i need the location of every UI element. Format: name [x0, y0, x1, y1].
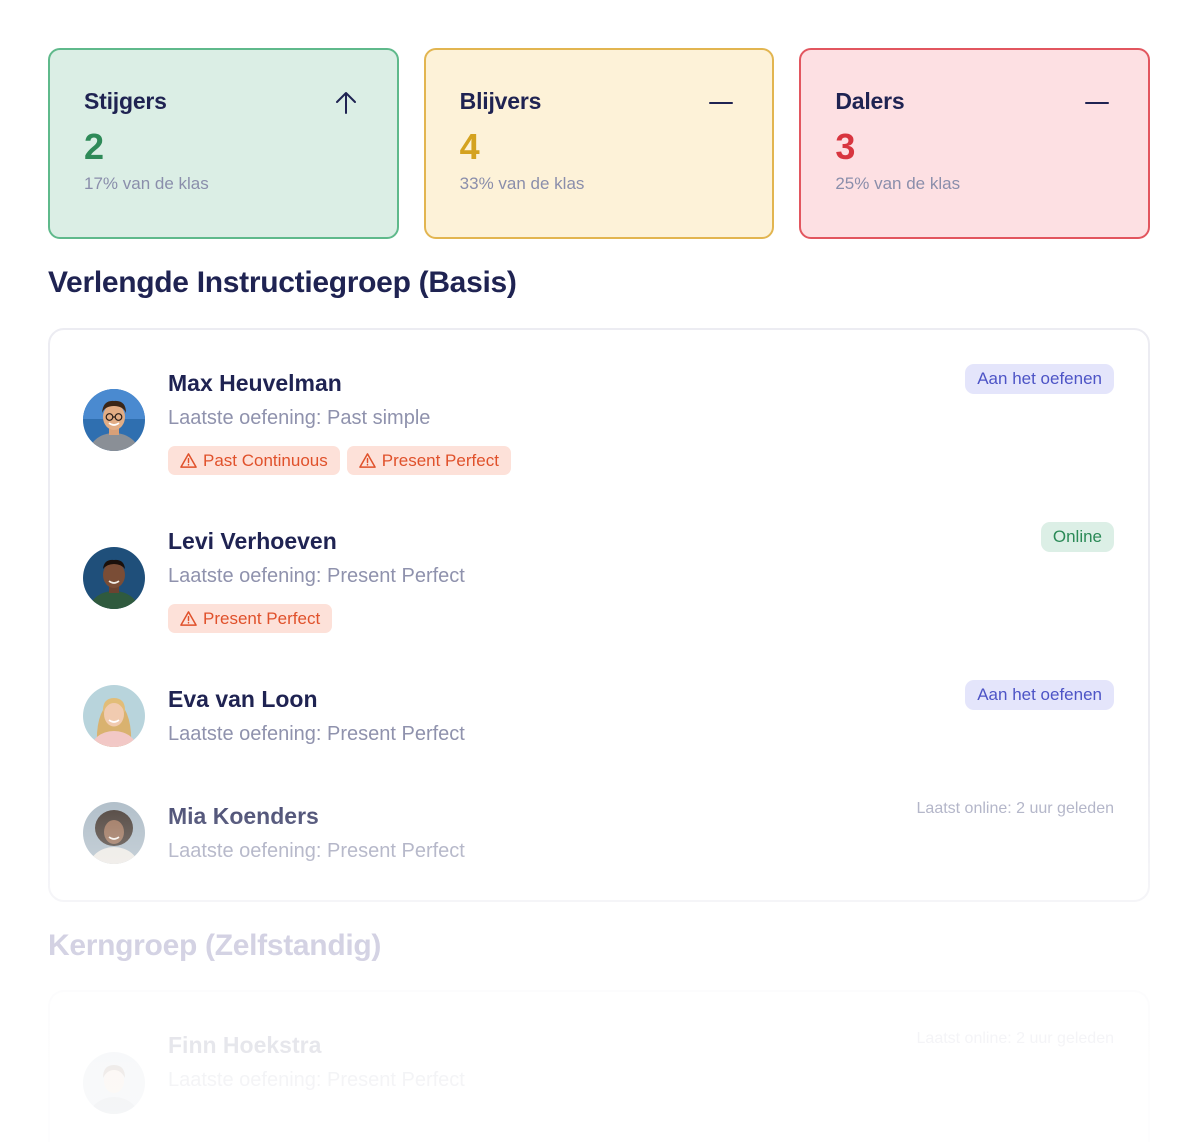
- stat-value: 4: [459, 126, 480, 167]
- group-title: Kerngroep (Zelfstandig): [48, 929, 382, 962]
- last-exercise: Laatste oefening: Present Perfect: [168, 1069, 465, 1091]
- stat-subtitle: 33% van de klas: [459, 174, 585, 193]
- last-exercise: Laatste oefening: Past simple: [168, 407, 431, 429]
- student-row[interactable]: Eva van Loon Laatste oefening: Present P…: [50, 646, 1148, 764]
- student-row[interactable]: Levi Verhoeven Laatste oefening: Present…: [50, 488, 1148, 648]
- student-name: Mia Koenders: [168, 803, 319, 829]
- avatar: [83, 389, 145, 451]
- student-name: Max Heuvelman: [168, 370, 342, 396]
- tag-label: Past Continuous: [203, 450, 328, 470]
- stat-card-fallers[interactable]: Dalers 3 25% van de klas: [799, 48, 1151, 239]
- status-badge: Online: [1040, 522, 1114, 552]
- student-row[interactable]: Mia Koenders Laatste oefening: Present P…: [50, 763, 1148, 893]
- stat-subtitle: 17% van de klas: [84, 174, 209, 193]
- stat-subtitle: 25% van de klas: [835, 174, 961, 193]
- student-list-card: Max Heuvelman Laatste oefening: Past sim…: [48, 328, 1150, 902]
- status-badge: Aan het oefenen: [965, 364, 1114, 394]
- warning-icon: [180, 611, 197, 626]
- tag-label: Present Perfect: [381, 450, 499, 470]
- avatar: [83, 1052, 145, 1114]
- stat-card-stayers[interactable]: Blijvers 4 33% van de klas: [423, 48, 775, 239]
- tag-label: Present Perfect: [203, 608, 321, 628]
- status-badge: Aan het oefenen: [965, 680, 1114, 710]
- stat-title: Dalers: [835, 88, 905, 114]
- minus-icon: [709, 102, 734, 104]
- student-row[interactable]: Finn Hoekstra Laatste oefening: Present …: [50, 992, 1148, 1142]
- last-exercise: Laatste oefening: Present Perfect: [168, 723, 465, 745]
- stat-value: 2: [84, 126, 105, 167]
- group-title: Verlengde Instructiegroep (Basis): [48, 266, 517, 299]
- stat-title: Stijgers: [84, 88, 167, 114]
- student-name: Finn Hoekstra: [168, 1032, 322, 1058]
- last-online-text: Laatst online: 2 uur geleden: [916, 800, 1114, 817]
- warning-tag[interactable]: Past Continuous: [168, 446, 340, 475]
- student-name: Eva van Loon: [168, 686, 318, 712]
- arrow-up-icon: [335, 92, 356, 114]
- avatar: [83, 547, 145, 609]
- student-name: Levi Verhoeven: [168, 528, 337, 554]
- warning-tag[interactable]: Present Perfect: [168, 604, 333, 633]
- last-online-text: Laatst online: 2 uur geleden: [916, 1030, 1114, 1047]
- weak-topics: Present Perfect: [168, 604, 333, 633]
- last-exercise: Laatste oefening: Present Perfect: [168, 840, 465, 862]
- avatar: [83, 802, 145, 864]
- stat-value: 3: [835, 126, 856, 167]
- stat-card-risers[interactable]: Stijgers 2 17% van de klas: [48, 48, 399, 239]
- warning-icon: [180, 453, 197, 468]
- stat-title: Blijvers: [459, 88, 542, 114]
- warning-tag[interactable]: Present Perfect: [346, 446, 511, 475]
- last-exercise: Laatste oefening: Present Perfect: [168, 565, 465, 587]
- student-list-card: Finn Hoekstra Laatste oefening: Present …: [48, 990, 1150, 1142]
- avatar: [83, 685, 145, 747]
- minus-icon: [1085, 102, 1110, 104]
- warning-icon: [358, 453, 376, 468]
- stats-row: Stijgers 2 17% van de klas Blijvers 4 33…: [48, 48, 1151, 239]
- student-row[interactable]: Max Heuvelman Laatste oefening: Past sim…: [50, 330, 1148, 490]
- weak-topics: Past Continuous Present Perfect: [168, 446, 511, 475]
